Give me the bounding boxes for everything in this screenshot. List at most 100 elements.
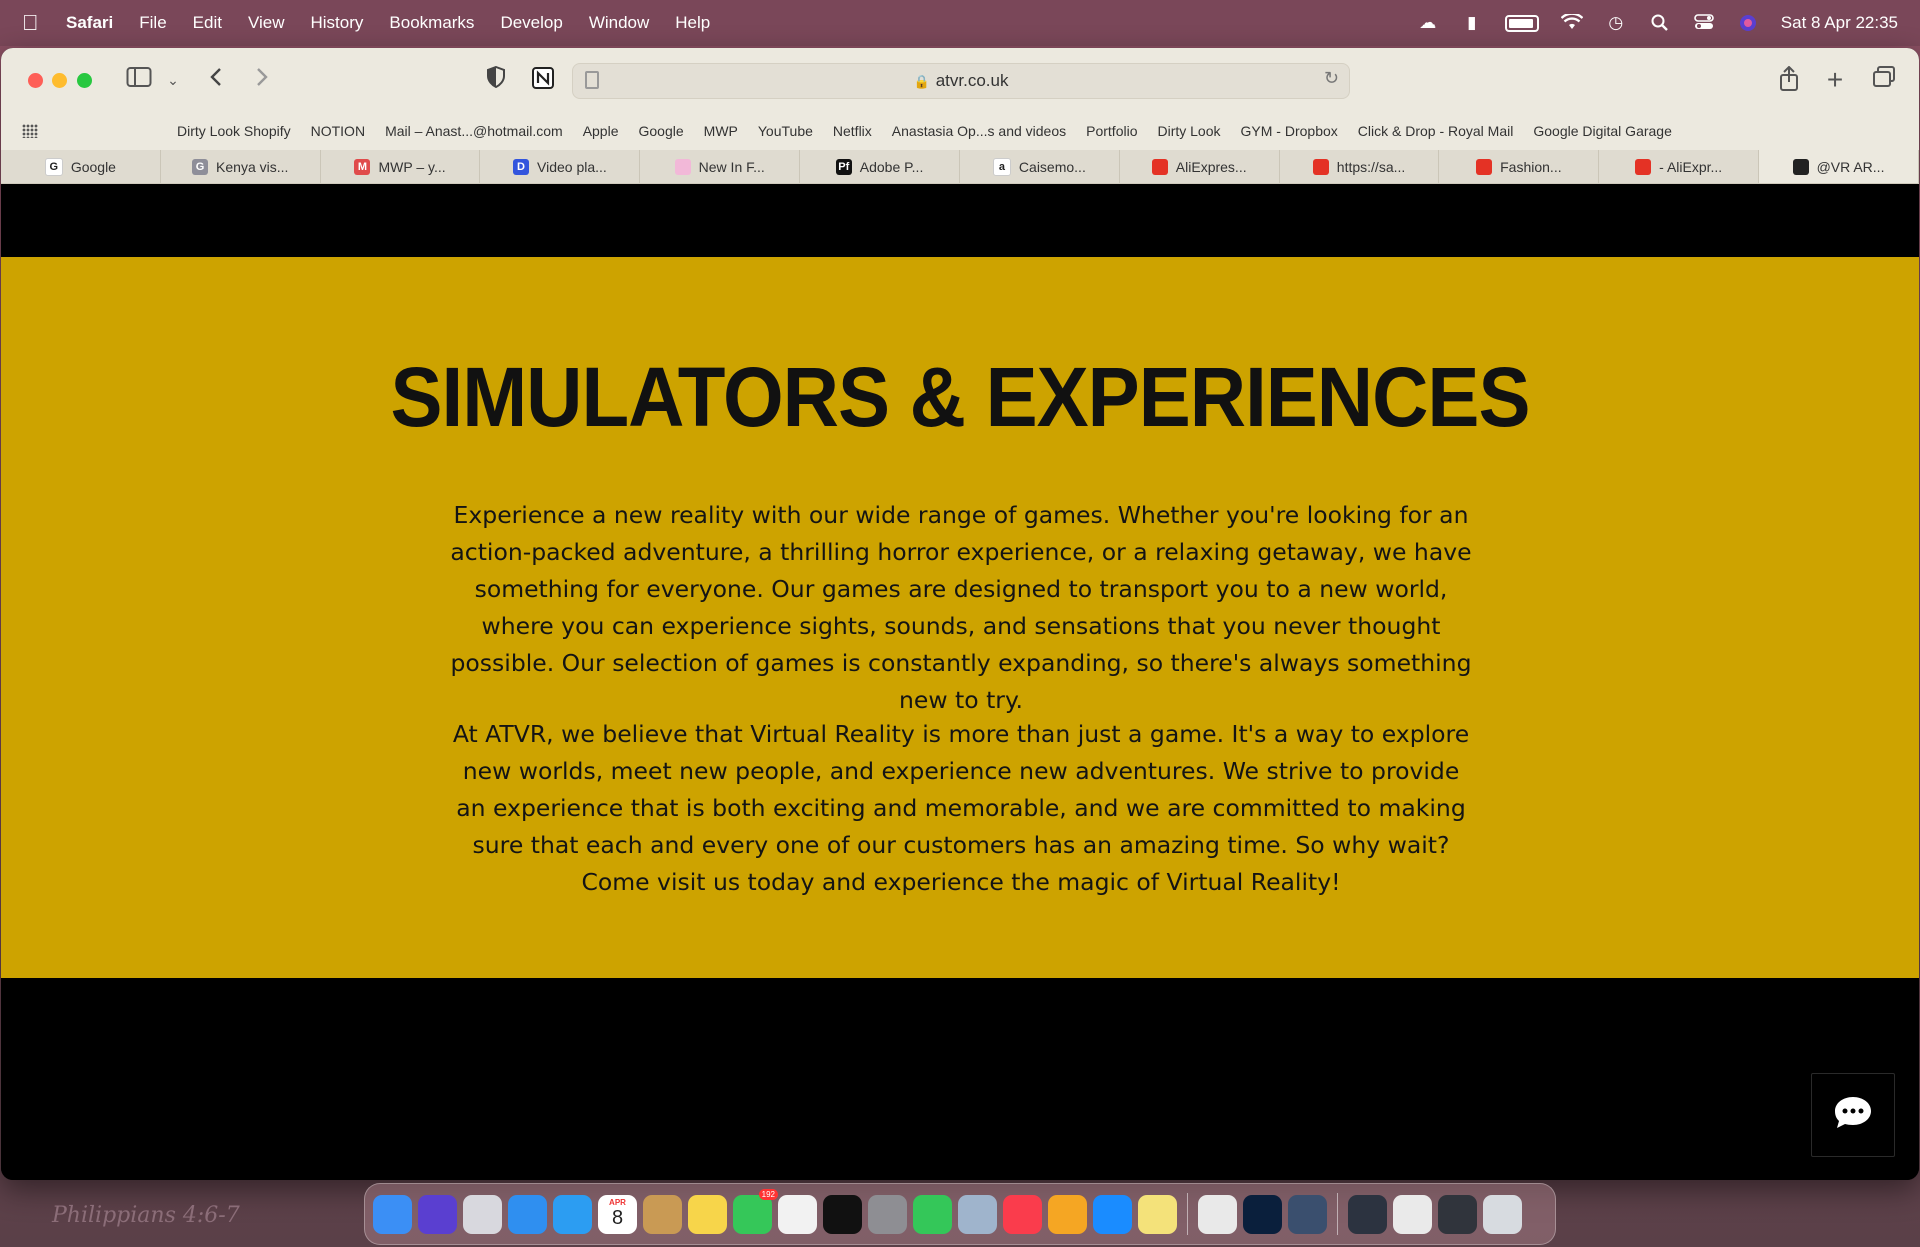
favorite-link[interactable]: Dirty Look <box>1157 123 1220 139</box>
browser-tab[interactable]: Pf Adobe P... <box>800 150 960 183</box>
browser-tab[interactable]: Fashion... <box>1439 150 1600 183</box>
calendar-month: APR <box>609 1197 626 1207</box>
new-tab-icon[interactable]: + <box>1823 66 1847 94</box>
reload-icon[interactable]: ↻ <box>1324 68 1339 89</box>
menu-develop[interactable]: Develop <box>500 13 562 33</box>
favorite-link[interactable]: Google <box>639 123 684 139</box>
app-store-icon[interactable] <box>1093 1194 1132 1234</box>
favorite-link[interactable]: Mail – Anast...@hotmail.com <box>385 123 563 139</box>
contacts-icon[interactable] <box>643 1194 682 1234</box>
calendar-icon[interactable]: APR 8 <box>598 1194 637 1234</box>
messages-icon[interactable]: 192 <box>733 1188 778 1234</box>
browser-tab[interactable]: - AliExpr... <box>1599 150 1760 183</box>
menu-file[interactable]: File <box>139 13 166 33</box>
photos-icon[interactable] <box>1048 1194 1087 1234</box>
chevron-down-icon[interactable]: ⌄ <box>165 66 181 94</box>
menu-history[interactable]: History <box>311 13 364 33</box>
tab-favicon-icon <box>1476 158 1493 175</box>
favorite-link[interactable]: Anastasia Op...s and videos <box>892 123 1066 139</box>
safari-icon[interactable] <box>553 1194 592 1234</box>
privacy-shield-icon[interactable] <box>484 65 508 94</box>
notion-extension-icon[interactable] <box>530 66 556 94</box>
mail-icon[interactable] <box>508 1194 547 1234</box>
simulators-section: SIMULATORS & EXPERIENCES Experience a ne… <box>1 257 1919 978</box>
back-button[interactable] <box>205 66 227 94</box>
notes-icon[interactable] <box>688 1194 727 1234</box>
menu-window[interactable]: Window <box>589 13 649 33</box>
sidebar-toggle-icon[interactable] <box>125 66 153 94</box>
tab-favicon-icon <box>1792 158 1809 175</box>
stickies-icon[interactable] <box>1138 1194 1177 1234</box>
tab-label: AliExpres... <box>1175 158 1247 175</box>
photoshop-icon[interactable] <box>1243 1194 1282 1234</box>
favorite-link[interactable]: Google Digital Garage <box>1533 123 1672 139</box>
browser-tab[interactable]: G Kenya vis... <box>161 150 321 183</box>
siri-icon[interactable] <box>1737 14 1759 32</box>
browser-tab[interactable]: M MWP – y... <box>321 150 481 183</box>
favorite-link[interactable]: YouTube <box>758 123 813 139</box>
preview-icon[interactable] <box>958 1194 997 1234</box>
window-thumb-3-icon[interactable] <box>1438 1194 1477 1234</box>
control-center-icon[interactable] <box>1693 14 1715 32</box>
url-text[interactable]: atvr.co.uk <box>936 71 1009 90</box>
music-icon[interactable] <box>1003 1194 1042 1234</box>
launchpad-icon[interactable] <box>463 1194 502 1234</box>
minimize-window-button[interactable] <box>52 73 67 88</box>
browser-toolbar: ⌄ 🔒 atvr.co.uk ↻ + <box>1 48 1919 113</box>
window-thumb-2-icon[interactable] <box>1393 1194 1432 1234</box>
creative-cloud-icon[interactable]: ☁ <box>1417 14 1439 32</box>
tab-label: https://sa... <box>1336 158 1406 175</box>
menu-view[interactable]: View <box>248 13 285 33</box>
address-bar[interactable]: 🔒 atvr.co.uk ↻ <box>572 63 1350 99</box>
favorite-link[interactable]: MWP <box>704 123 738 139</box>
tab-label: Caisemo... <box>1018 158 1086 175</box>
tab-label: Adobe P... <box>859 158 924 175</box>
chat-bubble-icon <box>1833 1095 1873 1136</box>
spotlight-search-icon[interactable] <box>1649 14 1671 32</box>
menu-app-name[interactable]: Safari <box>66 13 113 33</box>
favorite-link[interactable]: Apple <box>583 123 619 139</box>
apps-grid-icon[interactable] <box>22 124 38 138</box>
close-window-button[interactable] <box>28 73 43 88</box>
browser-tab[interactable]: D Video pla... <box>480 150 641 183</box>
battery-icon[interactable] <box>1504 14 1539 32</box>
browser-tab[interactable]: AliExpres... <box>1120 150 1280 183</box>
finder-icon[interactable] <box>373 1194 412 1234</box>
menu-help[interactable]: Help <box>675 13 710 33</box>
favorite-link[interactable]: NOTION <box>311 123 365 139</box>
chrome-icon[interactable] <box>1198 1194 1237 1234</box>
apple-icon[interactable]:  <box>22 10 48 36</box>
tidal-icon[interactable] <box>823 1194 862 1234</box>
window-thumb-1-icon[interactable] <box>1348 1194 1387 1234</box>
browser-tab[interactable]: G Google <box>1 150 161 183</box>
favorite-link[interactable]: GYM - Dropbox <box>1241 123 1338 139</box>
favorite-link[interactable]: Netflix <box>833 123 872 139</box>
tab-label: Video pla... <box>537 158 607 175</box>
desktop-wallpaper-note: Philippians 4:6-7 <box>52 1203 240 1228</box>
share-icon[interactable] <box>1777 65 1801 94</box>
status-area: ☁ ▮ ◷ Sat 8 Apr 22:35 <box>1417 0 1898 46</box>
time-machine-icon[interactable]: ◷ <box>1605 14 1627 32</box>
menu-edit[interactable]: Edit <box>193 13 222 33</box>
browser-tab[interactable]: @VR AR... <box>1759 150 1919 183</box>
favorite-link[interactable]: Click & Drop - Royal Mail <box>1358 123 1514 139</box>
favorite-link[interactable]: Portfolio <box>1086 123 1137 139</box>
favorite-link[interactable]: Dirty Look Shopify <box>177 123 291 139</box>
browser-tab[interactable]: a Caisemo... <box>960 150 1120 183</box>
browser-tab[interactable]: https://sa... <box>1280 150 1440 183</box>
menu-bookmarks[interactable]: Bookmarks <box>389 13 474 33</box>
system-settings-icon[interactable] <box>868 1194 907 1234</box>
siri-icon[interactable] <box>418 1194 457 1234</box>
browser-tab[interactable]: New In F... <box>640 150 801 183</box>
reminders-icon[interactable] <box>778 1194 817 1234</box>
clock[interactable]: Sat 8 Apr 22:35 <box>1781 13 1898 33</box>
sleep-icon[interactable]: ▮ <box>1461 14 1483 32</box>
forward-button[interactable] <box>251 66 273 94</box>
quicktime-icon[interactable] <box>1288 1194 1327 1234</box>
chat-widget-button[interactable] <box>1811 1073 1895 1157</box>
trash-icon[interactable] <box>1483 1194 1522 1234</box>
fullscreen-window-button[interactable] <box>77 73 92 88</box>
tab-overview-icon[interactable] <box>1871 66 1897 94</box>
facetime-icon[interactable] <box>913 1194 952 1234</box>
wifi-icon[interactable] <box>1560 12 1584 32</box>
